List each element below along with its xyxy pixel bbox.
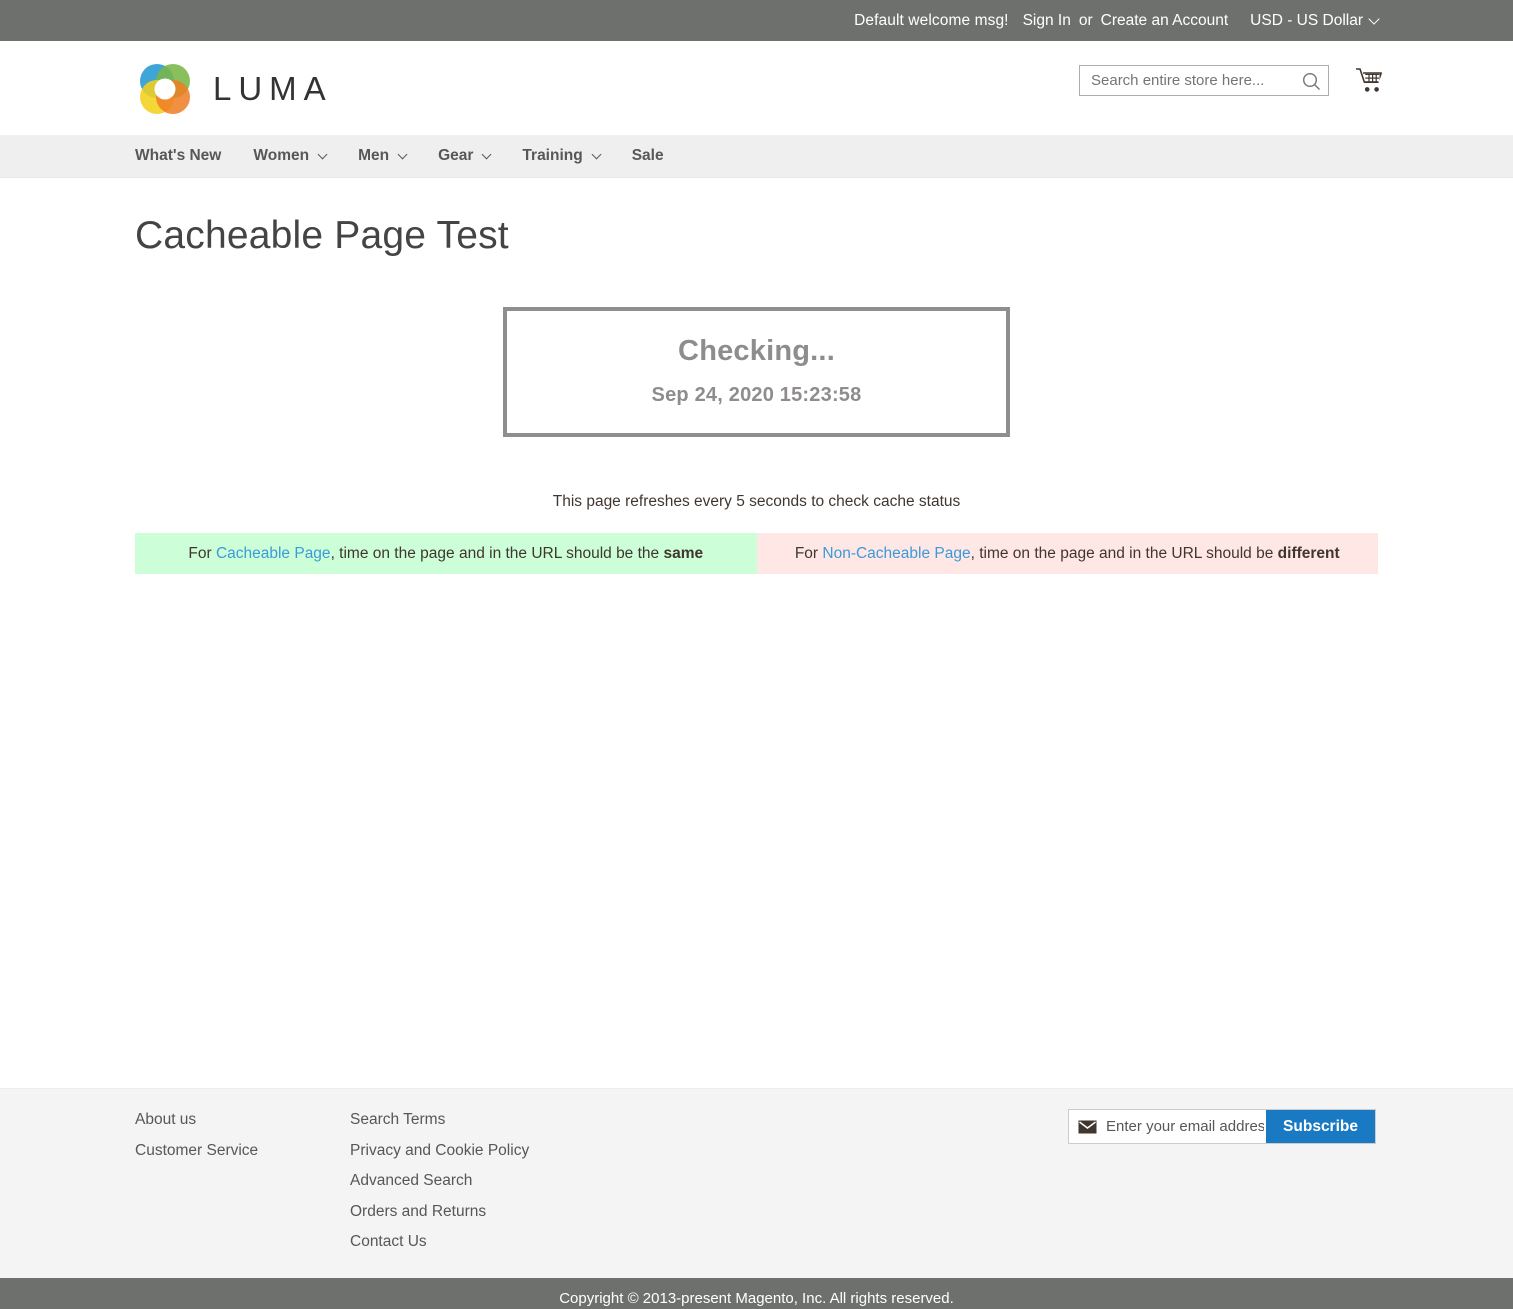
non-cacheable-banner-prefix: For (794, 544, 823, 562)
cacheable-banner-prefix: For (188, 544, 216, 562)
nav-item-label: Women (253, 147, 310, 164)
copyright-bar: Copyright © 2013-present Magento, Inc. A… (0, 1278, 1513, 1309)
nav-item-training[interactable]: Training (522, 135, 602, 178)
refresh-note: This page refreshes every 5 seconds to c… (552, 493, 961, 510)
site-footer: About us Customer Service Search Terms P… (0, 1088, 1513, 1278)
footer-link-privacy-policy[interactable]: Privacy and Cookie Policy (350, 1142, 529, 1161)
non-cacheable-page-link[interactable]: Non-Cacheable Page (822, 545, 970, 562)
footer-link-search-terms[interactable]: Search Terms (350, 1111, 529, 1130)
subscribe-button[interactable]: Subscribe (1266, 1110, 1375, 1143)
nav-item-label: Training (522, 147, 583, 164)
footer-link-advanced-search[interactable]: Advanced Search (350, 1172, 529, 1191)
nav-item-men[interactable]: Men (358, 135, 408, 178)
top-panel: Default welcome msg! Sign In or Create a… (0, 0, 1513, 41)
chevron-down-icon (591, 149, 602, 159)
cache-status-timestamp: Sep 24, 2020 15:23:58 (651, 384, 862, 406)
nav-item-sale[interactable]: Sale (632, 135, 664, 178)
top-panel-links: Default welcome msg! Sign In or Create a… (854, 11, 1380, 30)
footer-link-orders-and-returns[interactable]: Orders and Returns (350, 1203, 529, 1222)
cacheable-banner: For Cacheable Page, time on the page and… (135, 533, 757, 574)
welcome-message: Default welcome msg! (854, 11, 1009, 29)
cache-status-label: Checking... (678, 335, 835, 367)
chevron-down-icon (397, 149, 408, 159)
search-box (1079, 65, 1329, 96)
footer-link-contact-us[interactable]: Contact Us (350, 1233, 529, 1252)
nav-item-women[interactable]: Women (253, 135, 328, 178)
currency-switcher[interactable]: USD - US Dollar (1250, 11, 1380, 30)
create-account-link[interactable]: Create an Account (1101, 12, 1229, 30)
chevron-down-icon (1368, 12, 1380, 25)
cacheable-banner-emphasis: same (663, 544, 704, 562)
cacheable-banner-text: For Cacheable Page, time on the page and… (188, 545, 703, 563)
newsletter-input-wrap (1069, 1110, 1267, 1143)
nav-item-label: Sale (631, 147, 664, 164)
main-content: Cacheable Page Test Checking... Sep 24, … (0, 178, 1513, 1088)
site-header: LUMA (0, 41, 1513, 135)
chevron-down-icon (317, 149, 328, 159)
non-cacheable-banner-text: For Non-Cacheable Page, time on the page… (795, 545, 1340, 563)
envelope-icon (1078, 1120, 1097, 1134)
non-cacheable-banner-middle: , time on the page and in the URL should… (970, 544, 1278, 562)
cache-status-box: Checking... Sep 24, 2020 15:23:58 (503, 307, 1010, 437)
cache-info-banners: For Cacheable Page, time on the page and… (135, 533, 1378, 574)
logo-text: LUMA (213, 70, 333, 107)
nav-item-label: Men (358, 147, 390, 164)
shopping-cart-icon[interactable] (1355, 67, 1385, 95)
sign-in-link[interactable]: Sign In (1023, 12, 1071, 30)
page-title: Cacheable Page Test (135, 214, 509, 257)
header-actions (1079, 65, 1385, 96)
footer-link-customer-service[interactable]: Customer Service (135, 1142, 350, 1161)
search-icon[interactable] (1301, 71, 1322, 92)
cacheable-page-link[interactable]: Cacheable Page (216, 545, 331, 562)
logo-link[interactable]: LUMA (135, 59, 333, 119)
newsletter-email-input[interactable] (1104, 1110, 1267, 1143)
footer-column-2: Search Terms Privacy and Cookie Policy A… (350, 1111, 529, 1264)
nav-item-label: What's New (135, 147, 222, 164)
non-cacheable-banner: For Non-Cacheable Page, time on the page… (756, 533, 1378, 574)
nav-item-whats-new[interactable]: What's New (135, 135, 221, 178)
chevron-down-icon (481, 149, 492, 159)
main-navigation: What's New Women Men Gear Training Sale (0, 135, 1513, 178)
nav-item-label: Gear (438, 147, 474, 164)
search-input[interactable] (1080, 66, 1328, 95)
newsletter-signup: Subscribe (1068, 1109, 1376, 1144)
footer-link-about-us[interactable]: About us (135, 1111, 350, 1130)
nav-item-gear[interactable]: Gear (438, 135, 492, 178)
luma-logo-icon (135, 59, 195, 119)
copyright-text: Copyright © 2013-present Magento, Inc. A… (559, 1290, 954, 1307)
currency-switcher-label: USD - US Dollar (1250, 11, 1363, 29)
or-separator: or (1078, 11, 1093, 29)
non-cacheable-banner-emphasis: different (1277, 544, 1340, 562)
footer-column-1: About us Customer Service (135, 1111, 350, 1264)
cacheable-banner-middle: , time on the page and in the URL should… (330, 544, 664, 562)
